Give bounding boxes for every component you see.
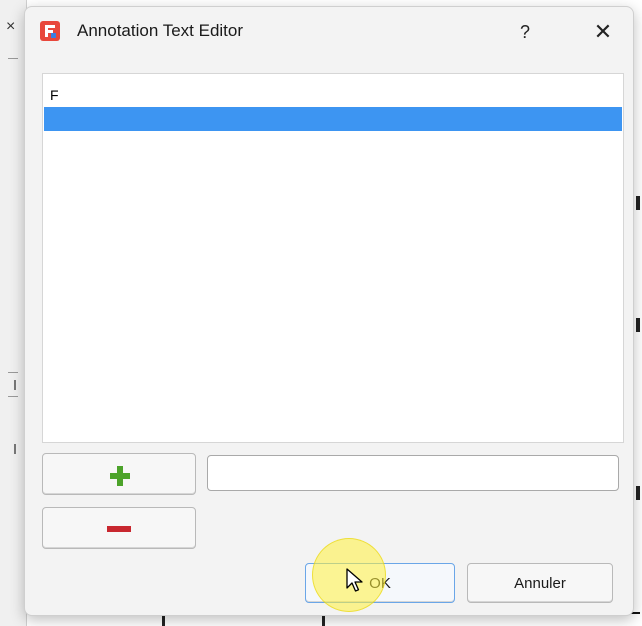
list-item[interactable]: F xyxy=(44,83,622,107)
background-mark xyxy=(636,196,640,210)
background-mark xyxy=(636,486,640,500)
freecad-app-icon xyxy=(40,21,60,41)
background-mark xyxy=(636,318,640,332)
help-button[interactable]: ? xyxy=(505,15,545,49)
add-line-button[interactable] xyxy=(42,453,196,495)
list-item-selected[interactable] xyxy=(44,107,622,131)
title-bar[interactable]: Annotation Text Editor ? ✕ xyxy=(25,7,633,55)
mouse-cursor-icon xyxy=(346,568,363,592)
cancel-button-label: Annuler xyxy=(514,575,566,592)
background-app-panel: × xyxy=(0,0,27,626)
annotation-text-list[interactable]: F xyxy=(42,73,624,443)
plus-icon xyxy=(110,466,130,486)
cancel-button[interactable]: Annuler xyxy=(467,563,613,603)
background-mark xyxy=(14,380,16,390)
background-tick xyxy=(8,372,18,373)
close-button[interactable]: ✕ xyxy=(583,15,623,49)
line-text-input[interactable] xyxy=(207,455,619,491)
background-close-icon[interactable]: × xyxy=(6,18,15,36)
remove-line-button[interactable] xyxy=(42,507,196,549)
background-tick xyxy=(8,396,18,397)
background-mark xyxy=(14,444,16,454)
annotation-text-editor-dialog: Annotation Text Editor ? ✕ F OK Annuler xyxy=(24,6,634,616)
minus-icon xyxy=(107,526,131,532)
background-tick xyxy=(8,58,18,59)
dialog-title: Annotation Text Editor xyxy=(77,21,244,40)
